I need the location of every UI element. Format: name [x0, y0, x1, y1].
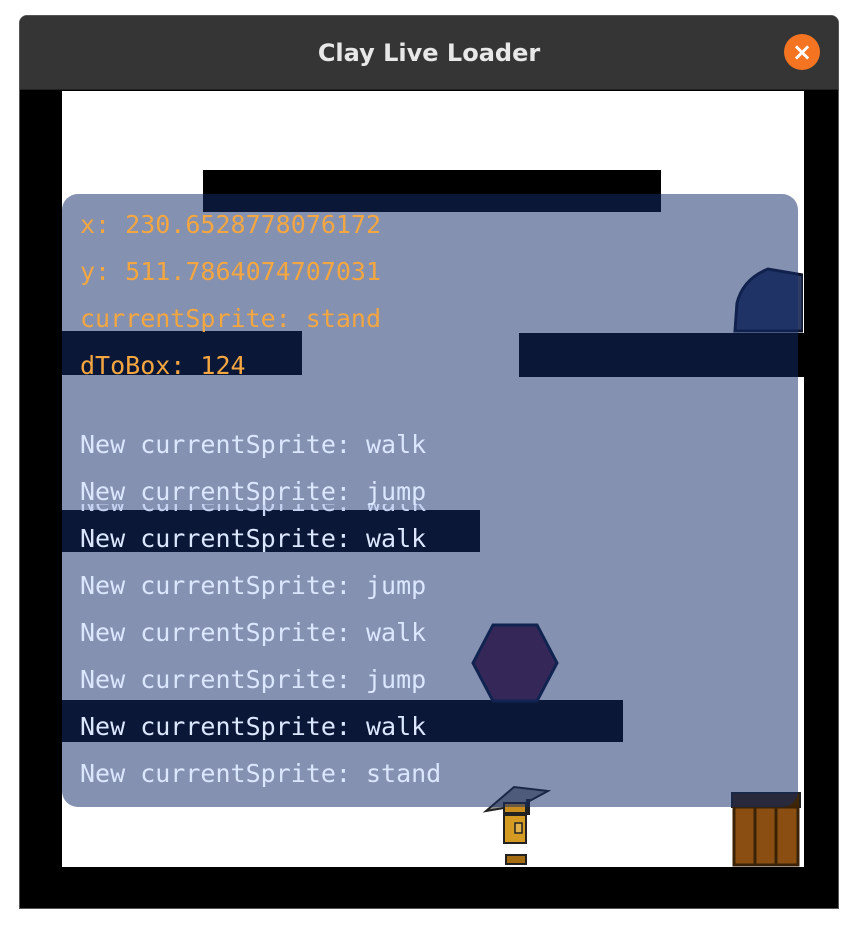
log-line: New currentSprite: walk — [80, 430, 427, 459]
log-scroll-edge: New currentSprite: walk — [62, 504, 798, 518]
debug-overlay: x: 230.6528778076172 y: 511.786407470703… — [62, 194, 798, 807]
close-button[interactable]: × — [784, 34, 820, 70]
app-window: Clay Live Loader × x: 230.6528778076172 … — [19, 15, 839, 909]
title-bar: Clay Live Loader × — [20, 16, 838, 90]
window-title: Clay Live Loader — [317, 39, 541, 67]
stat-current-sprite: currentSprite: stand — [80, 304, 382, 333]
game-canvas[interactable]: x: 230.6528778076172 y: 511.786407470703… — [62, 91, 804, 867]
log-line: New currentSprite: walk — [80, 618, 427, 647]
stat-dtobox: dToBox: 124 — [80, 351, 246, 380]
log-line: New currentSprite: stand — [80, 759, 442, 788]
log-line: New currentSprite: jump — [80, 477, 427, 506]
stat-y: y: 511.7864074707031 — [80, 257, 382, 286]
log-line: New currentSprite: jump — [80, 571, 427, 600]
stat-x: x: 230.6528778076172 — [80, 210, 382, 239]
log-line: New currentSprite: walk — [80, 712, 427, 741]
log-line: New currentSprite: walk — [80, 524, 427, 553]
log-line: New currentSprite: jump — [80, 665, 427, 694]
